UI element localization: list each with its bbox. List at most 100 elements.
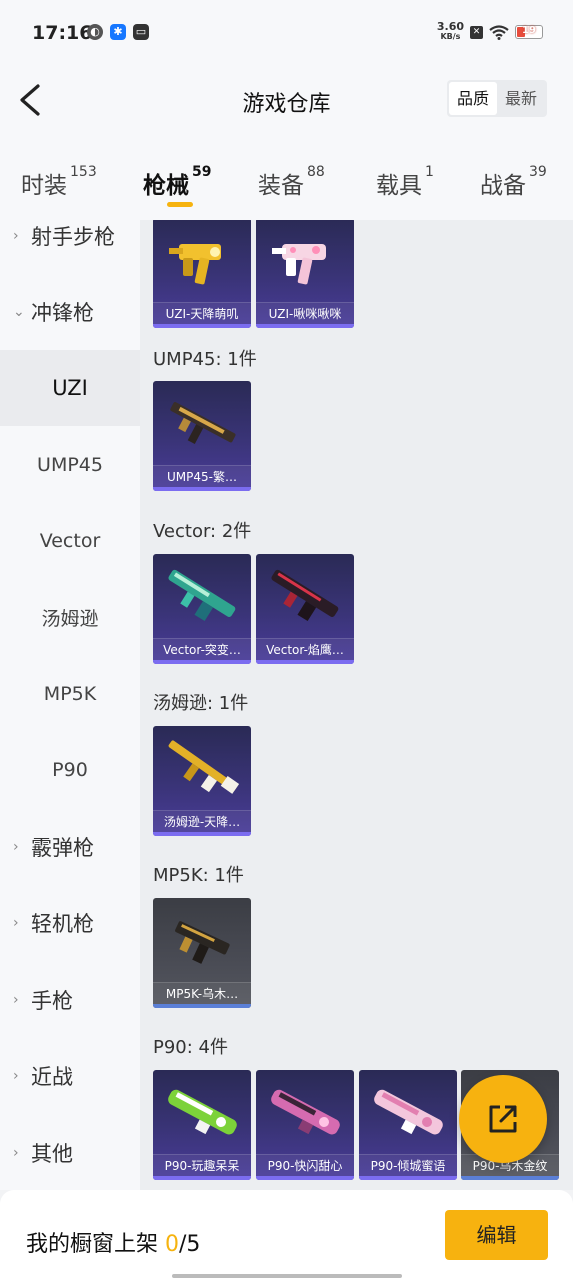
weapon-card[interactable]: MP5K-乌木… [153, 898, 251, 1008]
tab-equipment[interactable]: 装备88 [258, 164, 325, 200]
battery-level: 19 [522, 25, 536, 36]
quality-bar [256, 660, 354, 664]
message-app-icon: ▭ [133, 24, 149, 40]
home-indicator[interactable] [172, 1274, 402, 1278]
header: 游戏仓库 品质 最新 [0, 60, 573, 140]
showcase-count-total: /5 [179, 1232, 201, 1257]
tab-fashion[interactable]: 时装153 [21, 164, 97, 200]
showcase-label: 我的橱窗上架 0/5 [26, 1226, 200, 1258]
ump45-gold-icon [170, 402, 236, 444]
p90-pink-icon [271, 1089, 340, 1135]
showcase-count-current: 0 [165, 1232, 179, 1257]
chevron-right-icon: › [13, 839, 19, 855]
quality-bar [153, 832, 251, 836]
weapon-name: MP5K-乌木… [153, 982, 251, 1004]
section-label: 汤姆逊: 1件 [153, 693, 249, 714]
chevron-right-icon: › [13, 228, 19, 244]
showcase-text: 我的橱窗上架 [26, 1232, 165, 1257]
sidebar-item-vector[interactable]: Vector [0, 503, 140, 579]
external-link-icon [489, 1105, 517, 1133]
sidebar-item-p90[interactable]: P90 [0, 732, 140, 808]
sidebar-item-thompson[interactable]: 汤姆逊 [0, 579, 140, 655]
sidebar-item-marksman-rifle[interactable]: › 射手步枪 [0, 220, 140, 274]
quality-bar [153, 1004, 251, 1008]
sidebar-item-uzi[interactable]: UZI [0, 350, 140, 426]
sort-quality-button[interactable]: 品质 [448, 82, 497, 115]
vector-teal-icon [168, 569, 236, 622]
sidebar-item-label: 霰弹枪 [31, 836, 94, 860]
tab-label: 战备 [480, 173, 526, 199]
sidebar-item-melee[interactable]: › 近战 [0, 1038, 140, 1114]
wifi-icon [489, 24, 509, 40]
thompson-gold-icon [168, 740, 240, 794]
weapon-card[interactable]: P90-倾城蜜语 [359, 1070, 457, 1180]
chevron-down-icon: ⌄ [13, 304, 25, 320]
section-label: P90: 4件 [153, 1037, 228, 1058]
tab-firearms[interactable]: 枪械59 [143, 164, 212, 200]
weapon-name: UMP45-繁… [153, 465, 251, 487]
quality-bar [256, 1176, 354, 1180]
edit-button[interactable]: 编辑 [445, 1210, 548, 1260]
sidebar-item-mp5k[interactable]: MP5K [0, 656, 140, 732]
section-label: MP5K: 1件 [153, 865, 244, 886]
sidebar-item-label: MP5K [43, 683, 97, 705]
sidebar-item-label: 冲锋枪 [31, 301, 94, 325]
sidebar-item-smg[interactable]: ⌄ 冲锋枪 [0, 274, 140, 350]
sidebar-item-label: UMP45 [37, 454, 103, 476]
quality-bar [256, 324, 354, 328]
p90-rose-icon [374, 1089, 443, 1135]
weapon-card[interactable]: UZI-啾咪啾咪 [256, 220, 354, 328]
tab-vehicles[interactable]: 载具1 [376, 164, 434, 200]
weapon-name: Vector-焰鹰… [256, 638, 354, 660]
weapon-card[interactable]: 汤姆逊-天降… [153, 726, 251, 836]
alipay-app-icon: ✱ [110, 24, 126, 40]
sidebar-item-shotgun[interactable]: › 霰弹枪 [0, 809, 140, 885]
tab-label: 载具 [376, 173, 422, 199]
weapon-grid: UZI-天降萌叽 UZI-啾咪啾咪 UMP45: 1件 UMP45-繁… Vec… [140, 220, 573, 1190]
quality-bar [359, 1176, 457, 1180]
sidebar-item-label: 手枪 [31, 989, 73, 1013]
category-tabs: 时装153 枪械59 装备88 载具1 战备39 [0, 140, 573, 220]
weapon-name: P90-倾城蜜语 [359, 1154, 457, 1176]
weapon-card[interactable]: P90-快闪甜心 [256, 1070, 354, 1180]
weapon-name: UZI-啾咪啾咪 [256, 302, 354, 324]
sort-latest-button[interactable]: 最新 [497, 82, 545, 115]
quality-bar [153, 487, 251, 491]
sidebar-item-label: 其他 [31, 1142, 73, 1166]
weapon-name: P90-玩趣呆呆 [153, 1154, 251, 1176]
sidebar-item-label: 汤姆逊 [41, 607, 99, 630]
tab-label: 枪械 [143, 173, 189, 199]
sidebar-item-lmg[interactable]: › 轻机枪 [0, 885, 140, 961]
sidebar-item-label: UZI [52, 376, 88, 400]
net-speed-value: 3.60 [436, 20, 464, 33]
status-bar: 17:16 ◐ ✱ ▭ 3.60 KB/s ✕ 19 [0, 0, 573, 60]
tab-label: 时装 [21, 173, 67, 199]
weapon-card[interactable]: Vector-突变… [153, 554, 251, 664]
tab-label: 装备 [258, 173, 304, 199]
chevron-right-icon: › [13, 915, 19, 931]
weapon-card[interactable]: P90-玩趣呆呆 [153, 1070, 251, 1180]
vector-red-icon [271, 569, 339, 622]
leaf-app-icon: ◐ [87, 24, 103, 40]
sidebar-item-pistol[interactable]: › 手枪 [0, 962, 140, 1038]
sidebar: › 射手步枪 ⌄ 冲锋枪 UZI UMP45 Vector 汤姆逊 MP5K P90… [0, 220, 140, 1190]
weapon-name: 汤姆逊-天降… [153, 810, 251, 832]
sidebar-item-other[interactable]: › 其他 [0, 1115, 140, 1190]
bottom-bar: 我的橱窗上架 0/5 编辑 [0, 1190, 573, 1280]
sidebar-item-ump45[interactable]: UMP45 [0, 427, 140, 503]
chevron-right-icon: › [13, 1068, 19, 1084]
section-label: UMP45: 1件 [153, 349, 257, 370]
tab-supplies[interactable]: 战备39 [480, 164, 547, 200]
status-app-icons: ◐ ✱ ▭ [87, 24, 149, 40]
weapon-card[interactable]: Vector-焰鹰… [256, 554, 354, 664]
uzi-pink-icon [272, 244, 326, 285]
weapon-card[interactable]: UZI-天降萌叽 [153, 220, 251, 328]
active-tab-indicator [167, 202, 193, 207]
section-label: Vector: 2件 [153, 521, 252, 542]
tab-count: 1 [425, 164, 434, 180]
weapon-card[interactable]: UMP45-繁… [153, 381, 251, 491]
sidebar-item-label: 射手步枪 [31, 225, 115, 249]
p90-green-icon [168, 1089, 237, 1135]
share-button[interactable] [459, 1075, 547, 1163]
tab-count: 59 [192, 164, 212, 180]
